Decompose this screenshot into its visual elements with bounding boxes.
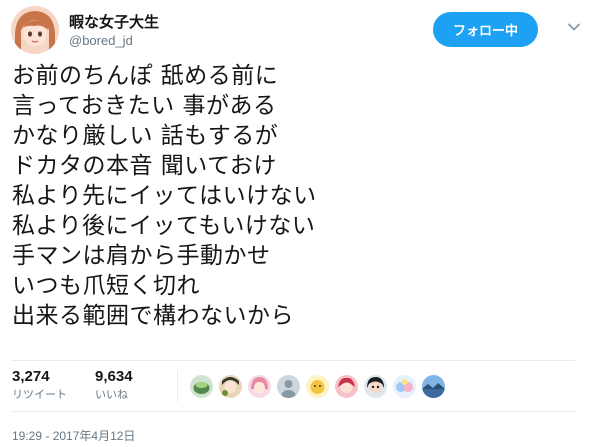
author-display-name[interactable]: 暇な女子大生 bbox=[69, 11, 159, 32]
tweet-line: 手マンは肩から手動かせ bbox=[12, 243, 271, 269]
follow-button[interactable]: フォロー中 bbox=[433, 12, 538, 47]
avatar-red-character-icon[interactable] bbox=[335, 375, 358, 398]
tweet-line: いつも爪短く切れ bbox=[12, 273, 200, 299]
tweet-text: お前のちんぽ 舐める前に 言っておきたい 事がある かなり厳しい 話もするが ド… bbox=[12, 61, 572, 331]
avatar-sky-photo-icon[interactable] bbox=[422, 375, 445, 398]
avatar-anime-pink-icon[interactable] bbox=[248, 375, 271, 398]
retweet-count: 3,274 bbox=[12, 368, 50, 385]
tweet-line: かなり厳しい 話もするが bbox=[12, 123, 279, 149]
retweet-stat[interactable]: 3,274 リツイート bbox=[12, 368, 67, 402]
retweet-label: リツイート bbox=[12, 388, 67, 401]
tweet-line: 私より後にイッてもいけない bbox=[12, 213, 316, 239]
like-stat[interactable]: 9,634 いいね bbox=[95, 368, 133, 402]
like-label: いいね bbox=[95, 388, 128, 401]
tweet-line: 私より先にイッてはいけない bbox=[12, 183, 317, 209]
like-count: 9,634 bbox=[95, 368, 133, 385]
tweet-line: お前のちんぽ 舐める前に bbox=[12, 63, 279, 89]
avatar-yellow-character-icon[interactable] bbox=[306, 375, 329, 398]
avatar-dark-hair-icon[interactable] bbox=[364, 375, 387, 398]
avatar-default-gray-icon[interactable] bbox=[277, 375, 300, 398]
tweet-line: 出来る範囲で構わないから bbox=[12, 303, 294, 329]
avatar-green-bowl-icon[interactable] bbox=[190, 375, 213, 398]
stats-divider bbox=[177, 370, 178, 402]
tweet-line: 言っておきたい 事がある bbox=[12, 93, 277, 119]
author-handle[interactable]: @bored_jd bbox=[69, 33, 133, 48]
avatar-anime-icon[interactable] bbox=[219, 375, 242, 398]
chevron-down-icon[interactable] bbox=[565, 18, 583, 36]
user-avatar-icon[interactable] bbox=[11, 6, 59, 54]
tweet-timestamp[interactable]: 19:29 - 2017年4月12日 bbox=[12, 427, 135, 444]
avatar-colorful-anime-icon[interactable] bbox=[393, 375, 416, 398]
divider bbox=[12, 360, 575, 361]
tweet-line: ドカタの本音 聞いておけ bbox=[12, 153, 277, 179]
tweet-header: 暇な女子大生 @bored_jd フォロー中 bbox=[11, 6, 591, 56]
tweet-stats: 3,274 リツイート 9,634 いいね bbox=[12, 364, 582, 410]
divider bbox=[12, 411, 575, 412]
